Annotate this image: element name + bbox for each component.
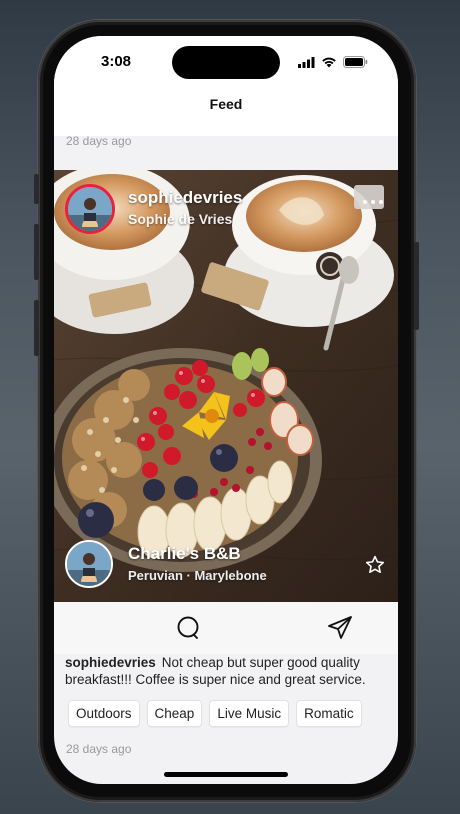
power-button (414, 242, 419, 330)
tag-list: Outdoors Cheap Live Music Romatic (68, 700, 362, 727)
status-time: 3:08 (100, 53, 132, 70)
avatar-photo (67, 542, 111, 586)
tag-chip[interactable]: Outdoors (68, 700, 140, 727)
post-caption: sophiedevries Not cheap but super good qu… (65, 654, 395, 688)
food-photo-illustration (54, 170, 398, 602)
previous-post-timestamp: 28 days ago (66, 134, 132, 148)
avatar-photo (68, 187, 112, 231)
wifi-icon (322, 57, 336, 68)
signal-icon (298, 56, 315, 68)
post-photo[interactable] (54, 170, 398, 602)
dynamic-island (172, 46, 280, 79)
volume-up-button (34, 224, 39, 280)
tag-chip[interactable]: Romatic (296, 700, 362, 727)
status-bar: 3:08 (54, 36, 398, 90)
app-screen: 3:08 Feed 28 days ago sophiedevries Soph… (54, 36, 398, 784)
caption-username[interactable]: sophiedevries (65, 655, 156, 670)
author-avatar[interactable] (65, 184, 115, 234)
place-subtitle: Peruvian · Marylebone (128, 568, 267, 583)
star-icon[interactable] (364, 554, 386, 576)
status-icons (298, 56, 368, 68)
tag-chip[interactable]: Cheap (146, 700, 203, 727)
place-avatar[interactable] (65, 540, 113, 588)
home-indicator (164, 772, 288, 777)
page-title: Feed (209, 96, 243, 112)
battery-icon (343, 56, 368, 68)
author-username[interactable]: sophiedevries (128, 188, 242, 208)
post-timestamp: 28 days ago (66, 742, 132, 756)
comment-bubble-icon[interactable] (174, 614, 202, 642)
paper-plane-icon[interactable] (326, 614, 354, 642)
author-full-name: Sophie de Vries (128, 211, 233, 227)
ellipsis-icon[interactable] (362, 196, 384, 208)
place-name[interactable]: Charlie's B&B (128, 544, 241, 564)
volume-down-button (34, 300, 39, 356)
action-button (34, 174, 39, 204)
tag-chip[interactable]: Live Music (209, 700, 290, 727)
